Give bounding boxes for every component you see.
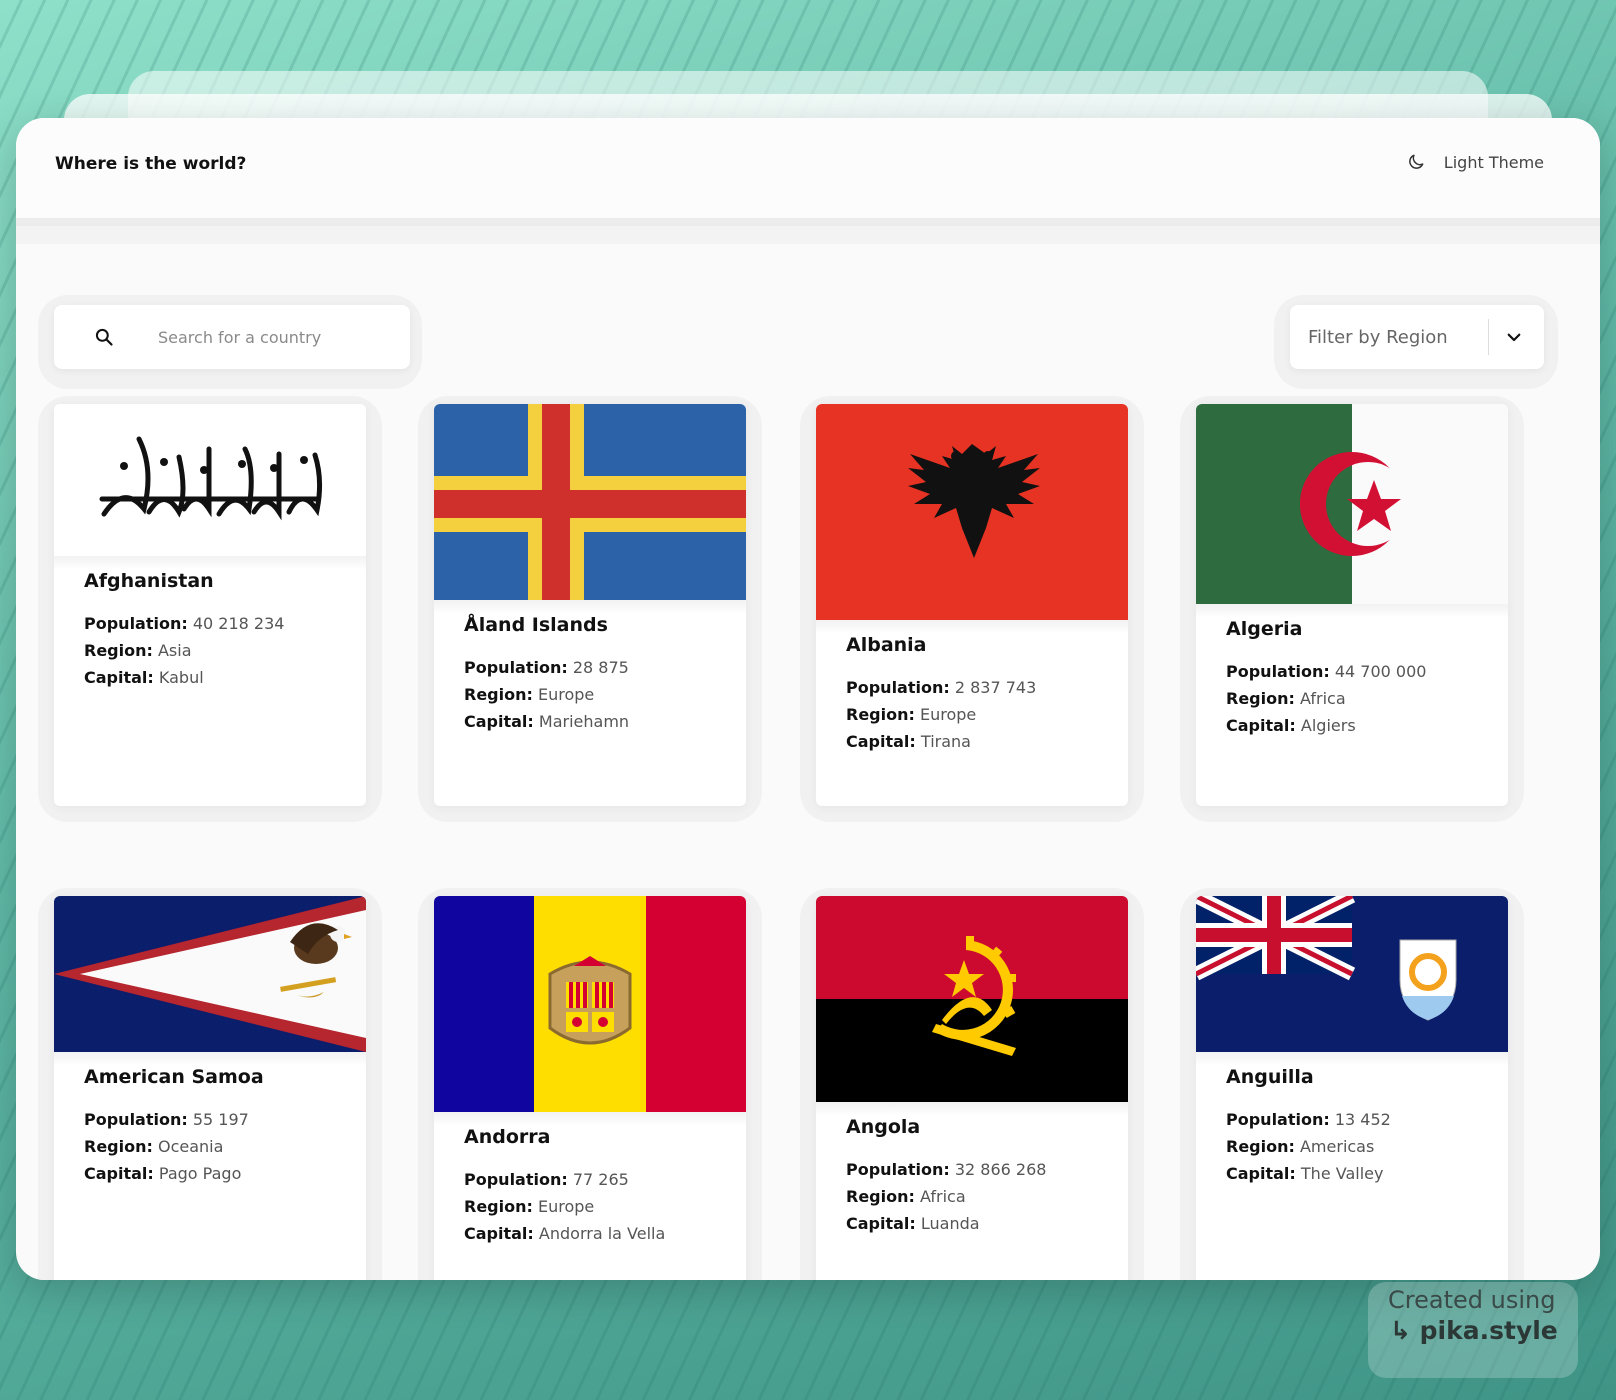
population-row: Population: 28 875: [464, 658, 629, 677]
region-row: Region: Europe: [846, 705, 977, 724]
country-name: Anguilla: [1226, 1066, 1314, 1088]
app-window: Where is the world? Light Theme Filter b…: [16, 118, 1600, 1280]
watermark-line2: ↳ pika.style: [1390, 1316, 1558, 1345]
country-name: Angola: [846, 1116, 921, 1138]
country-name: Andorra: [464, 1126, 551, 1148]
country-card-container: American Samoa Population: 55 197 Region…: [38, 888, 382, 1280]
population-row: Population: 32 866 268: [846, 1160, 1047, 1179]
region-row: Region: Europe: [464, 685, 595, 704]
watermark: Created using ↳ pika.style: [1368, 1282, 1578, 1378]
country-card-container: Åland Islands Population: 28 875 Region:…: [418, 396, 762, 822]
flag-anguilla-icon: [1196, 896, 1508, 1052]
flag-andorra-icon: [434, 896, 746, 1112]
country-card-container: Albania Population: 2 837 743 Region: Eu…: [800, 396, 1144, 822]
capital-row: Capital: The Valley: [1226, 1164, 1384, 1183]
capital-row: Capital: Algiers: [1226, 716, 1356, 735]
capital-row: Capital: Andorra la Vella: [464, 1224, 666, 1243]
country-name: Algeria: [1226, 618, 1303, 640]
country-card-container: Andorra Population: 77 265 Region: Europ…: [418, 888, 762, 1280]
country-grid: Afghanistan Population: 40 218 234 Regio…: [16, 118, 1600, 1280]
population-row: Population: 2 837 743: [846, 678, 1037, 697]
country-name: American Samoa: [84, 1066, 264, 1088]
population-row: Population: 40 218 234: [84, 614, 285, 633]
country-card[interactable]: Angola Population: 32 866 268 Region: Af…: [816, 896, 1128, 1280]
capital-row: Capital: Luanda: [846, 1214, 980, 1233]
country-card[interactable]: Albania Population: 2 837 743 Region: Eu…: [816, 404, 1128, 806]
country-card-container: Anguilla Population: 13 452 Region: Amer…: [1180, 888, 1524, 1280]
flag-afghanistan-icon: [54, 404, 366, 556]
country-card[interactable]: Anguilla Population: 13 452 Region: Amer…: [1196, 896, 1508, 1280]
country-card[interactable]: Algeria Population: 44 700 000 Region: A…: [1196, 404, 1508, 806]
country-card[interactable]: Andorra Population: 77 265 Region: Europ…: [434, 896, 746, 1280]
flag-american-samoa-icon: [54, 896, 366, 1052]
country-card-container: Afghanistan Population: 40 218 234 Regio…: [38, 396, 382, 822]
capital-row: Capital: Tirana: [846, 732, 971, 751]
watermark-line1: Created using: [1388, 1286, 1556, 1314]
country-card-container: Angola Population: 32 866 268 Region: Af…: [800, 888, 1144, 1280]
country-card[interactable]: Afghanistan Population: 40 218 234 Regio…: [54, 404, 366, 806]
region-row: Region: Europe: [464, 1197, 595, 1216]
region-row: Region: Africa: [846, 1187, 966, 1206]
country-card-container: Algeria Population: 44 700 000 Region: A…: [1180, 396, 1524, 822]
flag-angola-icon: [816, 896, 1128, 1102]
country-card[interactable]: American Samoa Population: 55 197 Region…: [54, 896, 366, 1280]
country-name: Afghanistan: [84, 570, 214, 592]
region-row: Region: Asia: [84, 641, 192, 660]
population-row: Population: 44 700 000: [1226, 662, 1427, 681]
flag-algeria-icon: [1196, 404, 1508, 604]
population-row: Population: 13 452: [1226, 1110, 1391, 1129]
capital-row: Capital: Kabul: [84, 668, 204, 687]
capital-row: Capital: Mariehamn: [464, 712, 630, 731]
region-row: Region: Oceania: [84, 1137, 224, 1156]
country-name: Albania: [846, 634, 927, 656]
region-row: Region: Africa: [1226, 689, 1346, 708]
population-row: Population: 55 197: [84, 1110, 249, 1129]
flag-albania-icon: [816, 404, 1128, 620]
country-name: Åland Islands: [464, 614, 608, 636]
country-card[interactable]: Åland Islands Population: 28 875 Region:…: [434, 404, 746, 806]
capital-row: Capital: Pago Pago: [84, 1164, 242, 1183]
population-row: Population: 77 265: [464, 1170, 629, 1189]
flag-aland-islands-icon: [434, 404, 746, 600]
region-row: Region: Americas: [1226, 1137, 1375, 1156]
